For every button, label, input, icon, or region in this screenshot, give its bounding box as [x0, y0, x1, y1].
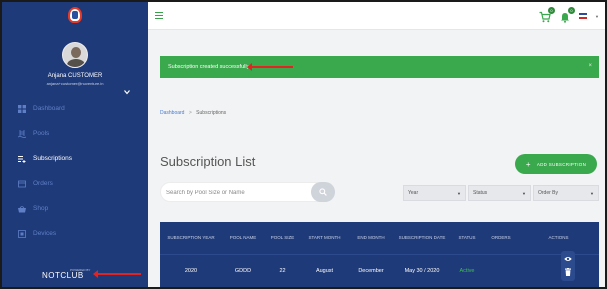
add-subscription-button[interactable]: + ADD SUBSCRIPTION: [515, 154, 597, 174]
breadcrumb-home-link[interactable]: Dashboard: [160, 110, 184, 116]
bell-icon[interactable]: 0: [559, 7, 576, 23]
chevron-down-icon: ▼: [590, 191, 594, 196]
main-content: Subscription created successfully × Dash…: [148, 30, 605, 287]
cell-start-month: August: [315, 268, 334, 274]
cell-pool-name: GDDD: [234, 268, 252, 274]
cell-subscription-year: 2020: [184, 268, 198, 274]
breadcrumb-separator: >: [188, 110, 192, 116]
column-header-subscription-date[interactable]: SUBSCRIPTION DATE: [394, 235, 450, 241]
user-email: anjana+customer@nuventure.in: [46, 81, 104, 86]
avatar[interactable]: [62, 42, 88, 68]
list-icon: [18, 155, 26, 163]
column-header-end-month[interactable]: END MONTH: [348, 235, 394, 241]
logo-bar: [2, 2, 148, 30]
column-header-pool-size[interactable]: POOL SIZE: [264, 235, 301, 241]
sidebar-item-dashboard[interactable]: Dashboard: [2, 96, 148, 121]
annotation-arrow: [247, 63, 293, 71]
year-select-value: Year: [408, 190, 419, 196]
chevron-down-icon: ▼: [457, 191, 461, 196]
app-logo[interactable]: [66, 6, 84, 26]
sidebar-item-label: Pools: [33, 130, 50, 137]
cell-subscription-date: May 30 / 2020: [404, 268, 440, 274]
view-eye-icon[interactable]: [564, 256, 572, 262]
table-row[interactable]: 2020 GDDD 22 August December May 30 / 20…: [160, 251, 599, 287]
search-box: [160, 182, 335, 202]
search-input[interactable]: [166, 186, 306, 199]
column-header-status[interactable]: STATUS: [450, 235, 484, 241]
plus-icon: +: [525, 159, 531, 169]
bell-badge: 0: [568, 7, 576, 14]
close-icon[interactable]: ×: [588, 63, 592, 69]
status-select-value: Status: [473, 190, 488, 196]
sidebar-item-devices[interactable]: Devices: [2, 221, 148, 246]
sidebar-item-label: Shop: [33, 205, 49, 212]
devices-icon: [18, 229, 26, 238]
column-header-actions: ACTIONS: [548, 235, 569, 240]
sidebar-nav: Dashboard Pools Subscriptions Orders Sho…: [2, 96, 148, 246]
cart-badge: 0: [548, 7, 556, 14]
alert-message: Subscription created successfully: [168, 64, 250, 70]
add-subscription-label: ADD SUBSCRIPTION: [536, 161, 587, 167]
success-alert: Subscription created successfully ×: [160, 56, 599, 78]
brand-name: NOTCLUB: [42, 271, 84, 280]
chevron-down-icon[interactable]: [124, 82, 130, 95]
cart-icon[interactable]: 0: [539, 7, 556, 23]
chevron-down-icon: ▼: [522, 191, 526, 196]
status-select[interactable]: Status ▼: [468, 185, 531, 201]
language-flag-icon[interactable]: [579, 13, 588, 19]
status-badge: Active: [459, 268, 475, 274]
search-button[interactable]: [311, 182, 335, 202]
year-select[interactable]: Year ▼: [403, 185, 466, 201]
row-actions: [561, 251, 575, 281]
column-header-pool-name[interactable]: POOL NAME: [222, 235, 264, 241]
cell-end-month: December: [358, 268, 384, 274]
user-name: Anjana CUSTOMER: [47, 73, 103, 79]
breadcrumb: Dashboard > Subscriptions: [160, 110, 226, 116]
sidebar-item-label: Orders: [33, 180, 53, 187]
page-title: Subscription List: [160, 154, 256, 169]
sidebar-item-subscriptions[interactable]: Subscriptions: [2, 146, 148, 171]
cell-actions: [518, 251, 599, 287]
hamburger-menu-icon[interactable]: [155, 12, 163, 19]
topbar-actions: 0 0 ▼: [539, 7, 599, 23]
column-header-orders[interactable]: ORDERS: [484, 235, 518, 241]
sidebar: Anjana CUSTOMER anjana+customer@nuventur…: [2, 2, 148, 287]
chevron-down-icon[interactable]: ▼: [595, 14, 599, 19]
delete-trash-icon[interactable]: [565, 268, 571, 276]
grid-icon: [18, 104, 26, 113]
annotation-arrow: [93, 270, 141, 278]
user-profile: Anjana CUSTOMER anjana+customer@nuventur…: [2, 30, 148, 86]
order-by-select[interactable]: Order By ▼: [533, 185, 599, 201]
orders-icon: [18, 180, 26, 188]
cell-pool-size: 22: [279, 268, 286, 274]
sidebar-item-label: Devices: [33, 230, 57, 237]
pool-icon: [17, 129, 27, 138]
shop-icon: [18, 205, 26, 213]
app-window: Anjana CUSTOMER anjana+customer@nuventur…: [2, 2, 605, 287]
topbar: 0 0 ▼: [148, 2, 605, 30]
table-header: SUBSCRIPTION YEAR POOL NAME POOL SIZE ST…: [160, 222, 599, 255]
breadcrumb-current: Subscriptions: [196, 110, 227, 116]
column-header-subscription-year[interactable]: SUBSCRIPTION YEAR: [160, 235, 222, 241]
sidebar-item-label: Subscriptions: [33, 155, 73, 162]
sidebar-item-shop[interactable]: Shop: [2, 196, 148, 221]
order-by-select-value: Order By: [538, 190, 559, 196]
sidebar-item-orders[interactable]: Orders: [2, 171, 148, 196]
sidebar-item-label: Dashboard: [33, 105, 65, 112]
column-header-start-month[interactable]: START MONTH: [301, 235, 348, 241]
subscriptions-table: SUBSCRIPTION YEAR POOL NAME POOL SIZE ST…: [160, 222, 599, 287]
search-icon: [319, 188, 327, 196]
sidebar-item-pools[interactable]: Pools: [2, 121, 148, 146]
